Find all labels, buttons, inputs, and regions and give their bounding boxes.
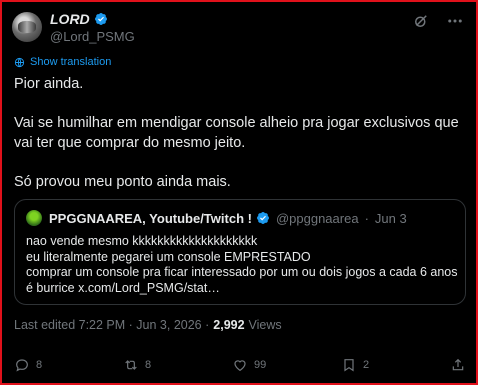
reply-button[interactable]: 8 xyxy=(14,357,99,373)
quoted-author-handle[interactable]: @ppggnaarea xyxy=(276,211,359,226)
quoted-tweet[interactable]: PPGGNAAREA, Youtube/Twitch ! @ppggnaarea… xyxy=(14,199,466,305)
quoted-tweet-body: nao vende mesmo kkkkkkkkkkkkkkkkkkkk eu … xyxy=(26,234,458,296)
quoted-line: eu literalmente pegarei um console EMPRE… xyxy=(26,249,311,264)
avatar[interactable] xyxy=(12,12,42,42)
like-count: 99 xyxy=(254,359,267,371)
quoted-line: nao vende mesmo kkkkkkkkkkkkkkkkkkkk xyxy=(26,234,258,248)
grok-icon[interactable] xyxy=(412,12,430,30)
quoted-author-name[interactable]: PPGGNAAREA, Youtube/Twitch ! xyxy=(49,211,252,226)
author-name-row[interactable]: LORD xyxy=(50,11,108,27)
quoted-date[interactable]: Jun 3 xyxy=(375,211,407,226)
show-translation-label: Show translation xyxy=(30,56,112,68)
author-handle[interactable]: @Lord_PSMG xyxy=(50,29,135,44)
verified-badge-icon xyxy=(94,13,107,25)
bookmark-icon xyxy=(344,359,354,372)
quoted-tweet-header: PPGGNAAREA, Youtube/Twitch ! @ppggnaarea… xyxy=(26,210,407,226)
bookmark-button[interactable]: 2 xyxy=(341,357,426,373)
like-button[interactable]: 99 xyxy=(232,357,317,373)
repost-count: 8 xyxy=(145,359,152,371)
reply-icon xyxy=(16,359,28,372)
bookmark-count: 2 xyxy=(363,359,370,371)
views-label: Views xyxy=(248,318,282,332)
globe-icon xyxy=(14,57,25,67)
tweet-actions: 8 8 99 2 xyxy=(14,357,466,373)
quoted-avatar[interactable] xyxy=(26,210,42,226)
tweet-paragraph: Só provou meu ponto ainda mais. xyxy=(14,173,231,190)
show-translation-link[interactable]: Show translation xyxy=(14,56,111,68)
more-icon[interactable] xyxy=(446,12,464,30)
reply-count: 8 xyxy=(36,359,43,371)
tweet-meta: Last edited 7:22 PM · Jun 3, 2026 · 2,99… xyxy=(14,318,282,332)
repost-button[interactable]: 8 xyxy=(123,357,208,373)
share-icon[interactable] xyxy=(450,357,466,373)
tweet-body: Pior ainda. Vai se humilhar em mendigar … xyxy=(14,75,466,212)
tweet-paragraph: Vai se humilhar em mendigar console alhe… xyxy=(14,115,459,151)
tweet-top-actions xyxy=(412,12,464,30)
quoted-line: é burrice x.com/Lord_PSMG/stat… xyxy=(26,280,220,295)
tweet-paragraph: Pior ainda. xyxy=(14,76,84,92)
avatar-image xyxy=(18,21,36,33)
views-count: 2,992 xyxy=(213,318,245,332)
author-name[interactable]: LORD xyxy=(50,11,90,27)
quoted-line: comprar um console pra ficar interessado… xyxy=(26,265,458,279)
repost-icon xyxy=(125,360,137,370)
edited-timestamp[interactable]: Last edited 7:22 PM · Jun 3, 2026 · xyxy=(14,318,209,332)
heart-icon xyxy=(234,360,246,372)
verified-badge-icon xyxy=(256,212,269,224)
quoted-separator: · xyxy=(364,210,369,226)
